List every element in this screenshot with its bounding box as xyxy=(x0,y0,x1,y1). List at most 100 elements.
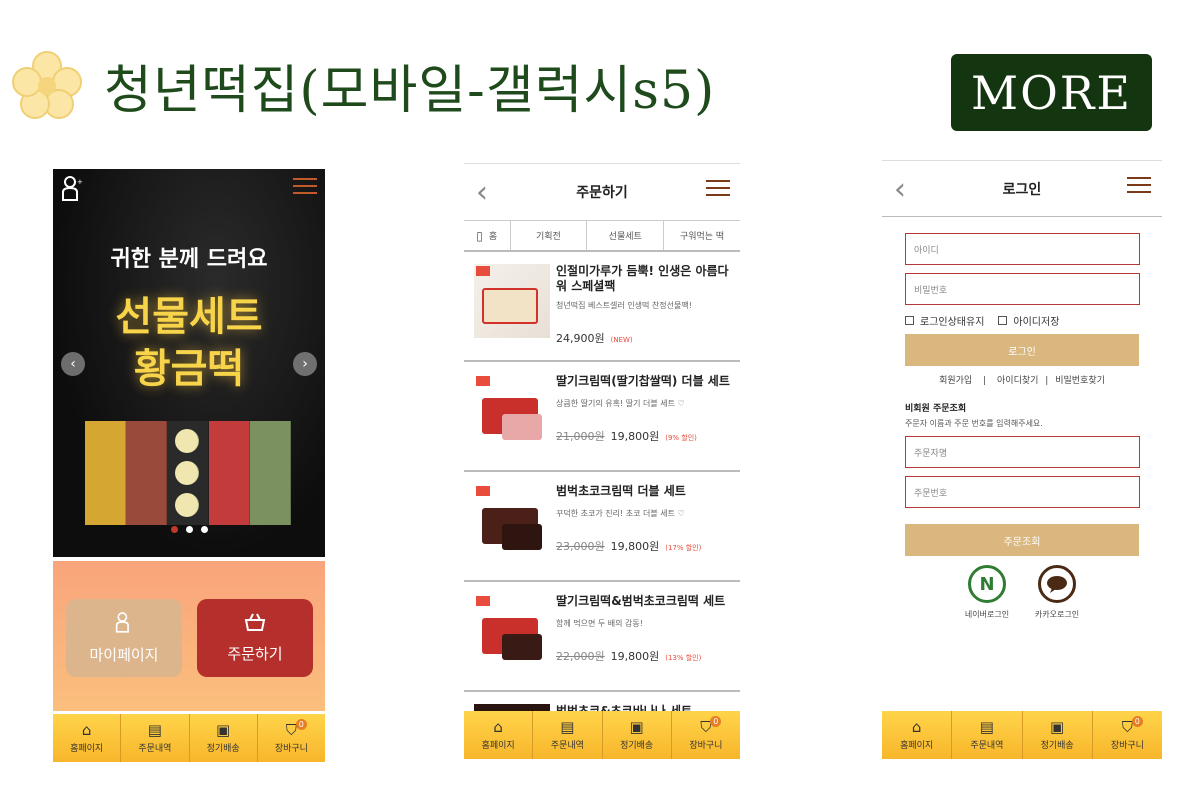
slide-indicator[interactable] xyxy=(171,526,208,533)
find-password-link[interactable]: 비밀번호찾기 xyxy=(1055,376,1105,386)
tab-exhibition[interactable]: 기획전 xyxy=(511,221,588,250)
receipt-icon: ▤ xyxy=(979,718,994,736)
product-desc: 상큼한 딸기의 유혹! 딸기 더블 세트 ♡ xyxy=(556,399,685,408)
product-name[interactable]: 딸기크림떡(딸기찹쌀떡) 더블 세트 xyxy=(556,374,736,389)
tab-grill-rice-cake[interactable]: 구워먹는 떡 xyxy=(664,221,740,250)
nav-subscription[interactable]: ▣ 정기배송 xyxy=(190,714,258,762)
hero-banner[interactable]: + 귀한 분께 드려요 선물세트 황금떡 ‹ › xyxy=(53,169,325,557)
nav-orders[interactable]: ▤ 주문내역 xyxy=(533,711,603,759)
login-button[interactable]: 로그인 xyxy=(905,334,1139,366)
link-separator: | xyxy=(1045,376,1049,386)
product-tag: (NEW) xyxy=(610,336,633,344)
store-icon: ⌂ xyxy=(911,718,922,736)
order-number-field[interactable]: 주문번호 xyxy=(905,476,1140,508)
order-tile[interactable]: 주문하기 xyxy=(197,599,313,677)
receipt-icon: ▤ xyxy=(147,721,162,739)
hero-subtitle: 귀한 분께 드려요 xyxy=(110,247,268,272)
phone-home-screen: + 귀한 분께 드려요 선물세트 황금떡 ‹ › 마이페이지 주문하기 ⌂ 홈페… xyxy=(53,169,325,762)
page-title: 청년떡집(모바일-갤럭시s5) xyxy=(104,61,716,121)
bottom-nav: ⌂ 홈페이지 ▤ 주문내역 ▣ 정기배송 ⛉ 0 장바구니 xyxy=(882,711,1162,759)
nav-label: 정기배송 xyxy=(206,744,240,754)
hamburger-menu-icon[interactable] xyxy=(1127,177,1151,195)
password-field[interactable]: 비밀번호 xyxy=(905,273,1140,305)
bottom-nav: ⌂ 홈페이지 ▤ 주문내역 ▣ 정기배송 ⛉ 0 장바구니 xyxy=(464,711,740,759)
sale-price: 24,900원 xyxy=(556,332,605,345)
orderer-name-field[interactable]: 주문자명 xyxy=(905,436,1140,468)
next-arrow-icon[interactable]: › xyxy=(293,352,317,376)
product-name[interactable]: 인절미가루가 듬뿍! 인생은 아름다워 스페셜팩 xyxy=(556,264,736,294)
discount-tag: (13% 할인) xyxy=(665,654,702,662)
nav-label: 정기배송 xyxy=(620,741,654,751)
nav-home[interactable]: ⌂ 홈페이지 xyxy=(464,711,534,759)
product-desc: 함께 먹으면 두 배의 감동! xyxy=(556,619,643,628)
product-name[interactable]: 딸기크림떡&범벅초코크림떡 세트 xyxy=(556,594,736,609)
checkbox-icon[interactable] xyxy=(905,316,914,325)
product-item[interactable]: 인절미가루가 듬뿍! 인생은 아름다워 스페셜팩 청년떡집 베스트셀러 인생떡 … xyxy=(464,252,740,362)
tab-gift-set[interactable]: 선물세트 xyxy=(587,221,665,250)
original-price: 22,000원 xyxy=(556,650,605,663)
cart-icon: ⛉ 0 xyxy=(1122,716,1143,735)
nav-cart[interactable]: ⛉ 0 장바구니 xyxy=(1093,711,1162,759)
nav-label: 홈페이지 xyxy=(481,741,515,751)
hamburger-menu-icon[interactable] xyxy=(706,180,730,198)
find-id-link[interactable]: 아이디찾기 xyxy=(997,376,1038,386)
product-item[interactable]: 범벅초코크림떡 더블 세트 꾸덕한 초코가 진리! 초코 더블 세트 ♡ 23,… xyxy=(464,472,740,582)
naver-icon[interactable]: N xyxy=(968,565,1006,603)
prev-arrow-icon[interactable]: ‹ xyxy=(61,352,85,376)
product-price: 24,900원 (NEW) xyxy=(556,330,633,346)
slide-dot[interactable] xyxy=(171,526,178,533)
nav-cart[interactable]: ⛉ 0 장바구니 xyxy=(672,711,740,759)
nav-subscription[interactable]: ▣ 정기배송 xyxy=(603,711,672,759)
nav-home[interactable]: ⌂ 홈페이지 xyxy=(53,714,122,762)
id-field[interactable]: 아이디 xyxy=(905,233,1140,265)
sale-price: 19,800원 xyxy=(610,430,660,443)
more-button[interactable]: MORE xyxy=(951,54,1152,131)
naver-login-label: 네이버로그인 xyxy=(964,610,1010,619)
nav-cart[interactable]: ⛉ 0 장바구니 xyxy=(258,714,325,762)
checkbox-label: 아이디저장 xyxy=(1013,317,1060,328)
keep-login-checkbox[interactable]: 로그인상태유지 xyxy=(905,313,984,328)
header: 청년떡집(모바일-갤럭시s5) xyxy=(12,48,715,123)
hamburger-menu-icon[interactable] xyxy=(293,178,317,196)
sale-price: 19,800원 xyxy=(610,540,660,553)
cart-icon: ⛉ 0 xyxy=(286,719,307,738)
hero-title-line2: 황금떡 xyxy=(133,346,245,392)
sale-price: 19,800원 xyxy=(610,650,660,663)
naver-login-button[interactable]: N 네이버로그인 xyxy=(957,565,1017,620)
product-image[interactable] xyxy=(474,594,550,668)
phone-login-screen: ‹ 로그인 아이디 비밀번호 로그인상태유지 아이디저장 로그인 회원가입 | … xyxy=(882,160,1162,759)
mypage-tile[interactable]: 마이페이지 xyxy=(66,599,182,677)
nav-orders[interactable]: ▤ 주문내역 xyxy=(121,714,190,762)
product-image[interactable] xyxy=(474,264,550,338)
nav-label: 홈페이지 xyxy=(70,744,104,754)
nav-subscription[interactable]: ▣ 정기배송 xyxy=(1023,711,1093,759)
product-image[interactable] xyxy=(474,484,550,558)
product-item[interactable]: 딸기크림떡(딸기찹쌀떡) 더블 세트 상큼한 딸기의 유혹! 딸기 더블 세트 … xyxy=(464,362,740,472)
person-icon[interactable]: + xyxy=(61,175,83,201)
checkbox-icon[interactable] xyxy=(998,316,1008,325)
save-id-checkbox[interactable]: 아이디저장 xyxy=(998,313,1059,328)
guest-order-title: 비회원 주문조회 xyxy=(905,404,967,414)
nav-label: 정기배송 xyxy=(1040,741,1074,751)
login-options: 로그인상태유지 아이디저장 xyxy=(905,313,1059,328)
screen-title: 로그인 xyxy=(1002,182,1042,198)
receipt-icon: ▤ xyxy=(560,718,575,736)
order-lookup-button[interactable]: 주문조회 xyxy=(905,524,1139,556)
kakao-chat-icon[interactable] xyxy=(1038,565,1076,603)
product-price: 23,000원 19,800원 (17% 할인) xyxy=(556,538,701,554)
join-link[interactable]: 회원가입 xyxy=(939,376,972,386)
original-price: 23,000원 xyxy=(556,540,605,553)
tab-home[interactable]: ▯ 홈 xyxy=(464,221,511,250)
slide-dot[interactable] xyxy=(201,526,208,533)
kakao-login-button[interactable]: 카카오로그인 xyxy=(1027,565,1087,620)
nav-home[interactable]: ⌂ 홈페이지 xyxy=(882,711,953,759)
nav-orders[interactable]: ▤ 주문내역 xyxy=(952,711,1023,759)
guest-order-desc: 주문자 이름과 주문 번호를 입력해주세요. xyxy=(905,419,1043,428)
product-item[interactable]: 딸기크림떡&범벅초코크림떡 세트 함께 먹으면 두 배의 감동! 22,000원… xyxy=(464,582,740,692)
product-name[interactable]: 범벅초코크림떡 더블 세트 xyxy=(556,484,736,499)
kakao-login-label: 카카오로그인 xyxy=(1034,610,1080,619)
nav-label: 홈페이지 xyxy=(900,741,934,751)
product-image[interactable] xyxy=(474,374,550,448)
box-icon: ▣ xyxy=(216,721,231,739)
slide-dot[interactable] xyxy=(186,526,193,533)
